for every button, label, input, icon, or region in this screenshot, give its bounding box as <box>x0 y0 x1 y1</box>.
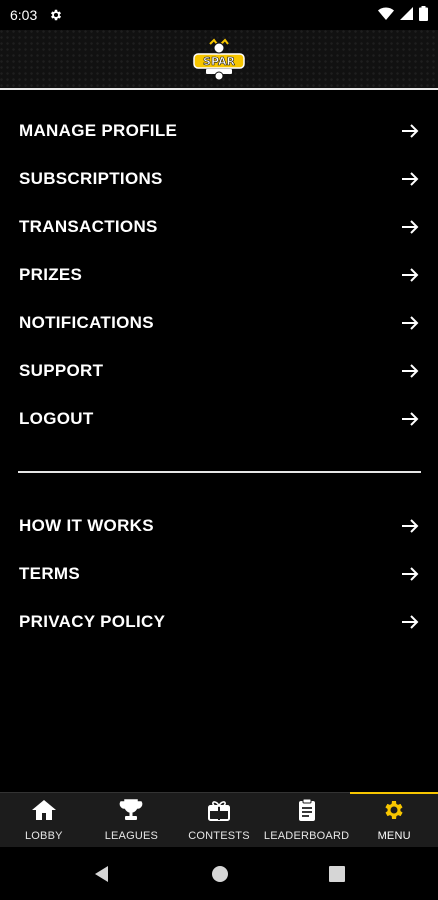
nav-item-menu[interactable]: MENU <box>350 792 438 847</box>
menu-item-label: TERMS <box>19 564 80 583</box>
nav-label: LEADERBOARD <box>263 830 350 842</box>
signal-icon <box>400 7 413 23</box>
arrow-right-icon <box>400 169 420 189</box>
menu-item-subscriptions[interactable]: SUBSCRIPTIONS <box>0 155 438 203</box>
menu-item-label: TRANSACTIONS <box>19 217 158 236</box>
battery-icon <box>419 6 428 24</box>
arrow-right-icon <box>400 217 420 237</box>
menu-item-prizes[interactable]: PRIZES <box>0 251 438 299</box>
clipboard-icon <box>294 798 320 827</box>
menu-item-terms[interactable]: TERMS <box>0 550 438 598</box>
menu-item-label: SUPPORT <box>19 361 104 380</box>
home-icon <box>31 798 57 827</box>
menu-primary: MANAGE PROFILE SUBSCRIPTIONS TRANSACTION… <box>0 107 438 443</box>
menu-divider <box>18 471 421 473</box>
menu-secondary: HOW IT WORKS TERMS PRIVACY POLICY <box>0 502 438 646</box>
trophy-icon <box>118 798 144 827</box>
menu-item-support[interactable]: SUPPORT <box>0 347 438 395</box>
wifi-icon <box>378 7 394 24</box>
nav-item-lobby[interactable]: LOBBY <box>0 793 88 847</box>
arrow-right-icon <box>400 409 420 429</box>
menu-item-label: HOW IT WORKS <box>19 516 154 535</box>
menu-item-label: PRIVACY POLICY <box>19 612 166 631</box>
nav-item-leaderboard[interactable]: LEADERBOARD <box>263 793 351 847</box>
system-nav-bar <box>0 847 438 900</box>
menu-item-logout[interactable]: LOGOUT <box>0 395 438 443</box>
arrow-right-icon <box>400 516 420 536</box>
spar-logo: SPAR <box>193 38 245 81</box>
menu-item-label: LOGOUT <box>19 409 94 428</box>
menu-item-privacy-policy[interactable]: PRIVACY POLICY <box>0 598 438 646</box>
back-icon[interactable] <box>93 865 111 883</box>
nav-label: MENU <box>377 830 411 842</box>
status-bar: 6:03 <box>0 0 438 30</box>
menu-item-how-it-works[interactable]: HOW IT WORKS <box>0 502 438 550</box>
nav-item-contests[interactable]: CONTESTS <box>175 793 263 847</box>
arrow-right-icon <box>400 313 420 333</box>
arrow-right-icon <box>400 265 420 285</box>
menu-item-label: SUBSCRIPTIONS <box>19 169 163 188</box>
menu-item-transactions[interactable]: TRANSACTIONS <box>0 203 438 251</box>
menu-item-manage-profile[interactable]: MANAGE PROFILE <box>0 107 438 155</box>
menu-item-label: PRIZES <box>19 265 83 284</box>
app-header: SPAR <box>0 30 438 90</box>
menu-item-notifications[interactable]: NOTIFICATIONS <box>0 299 438 347</box>
nav-item-leagues[interactable]: LEAGUES <box>88 793 176 847</box>
recents-icon[interactable] <box>329 865 345 882</box>
arrow-right-icon <box>400 121 420 141</box>
arrow-right-icon <box>400 361 420 381</box>
menu-item-label: MANAGE PROFILE <box>19 121 178 140</box>
bottom-nav: LOBBY LEAGUES CONTESTS LEADERBOARD MENU <box>0 792 438 847</box>
nav-label: CONTESTS <box>188 830 250 842</box>
nav-label: LOBBY <box>24 830 63 842</box>
status-time: 6:03 <box>10 7 38 23</box>
menu-item-label: NOTIFICATIONS <box>19 313 154 332</box>
settings-gear-icon <box>49 8 63 22</box>
gear-icon <box>381 798 407 827</box>
svg-text:SPAR: SPAR <box>203 55 235 68</box>
gift-icon <box>206 798 232 827</box>
arrow-right-icon <box>400 564 420 584</box>
nav-label: LEAGUES <box>104 830 159 842</box>
arrow-right-icon <box>400 612 420 632</box>
home-button-icon[interactable] <box>211 865 229 883</box>
